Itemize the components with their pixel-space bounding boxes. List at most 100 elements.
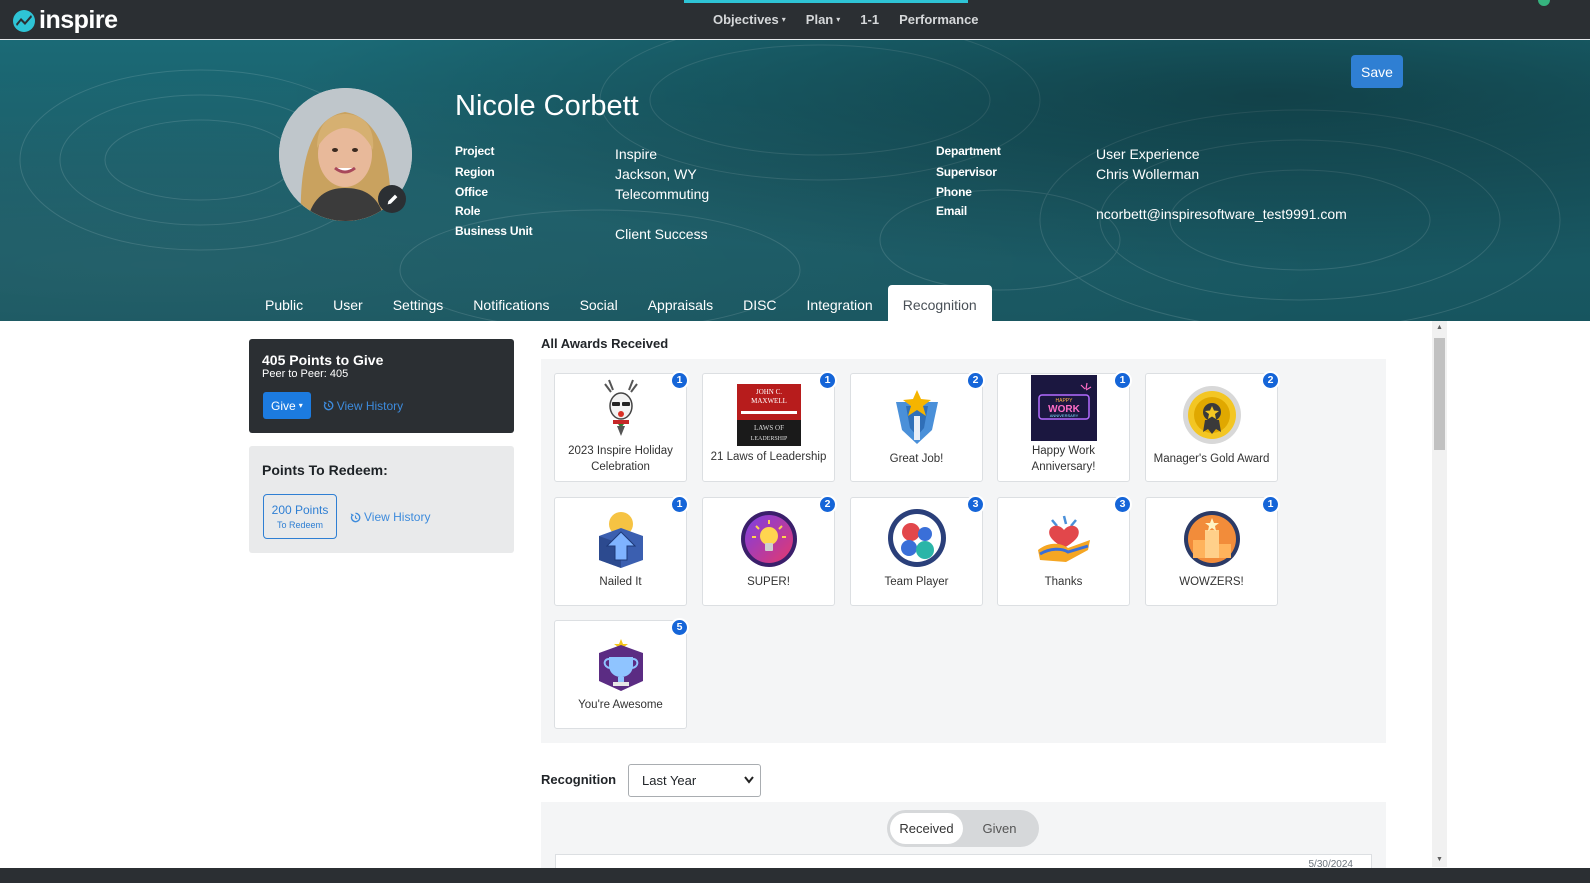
points-to-redeem-panel: Points To Redeem: 200 Points To Redeem V… <box>249 446 514 553</box>
field-value-department: User Experience <box>1096 146 1200 162</box>
bottom-taskbar <box>0 868 1590 883</box>
field-label-project: Project <box>455 144 495 158</box>
gold-medal-icon <box>1182 386 1241 444</box>
tab-settings[interactable]: Settings <box>378 285 459 321</box>
history-icon <box>323 400 334 411</box>
field-value-business-unit: Client Success <box>615 226 708 242</box>
award-count-badge: 5 <box>670 618 689 637</box>
award-count-badge: 1 <box>670 495 689 514</box>
tab-recognition[interactable]: Recognition <box>887 285 992 321</box>
award-card[interactable]: Thanks 3 <box>997 495 1132 606</box>
star-trophy-icon <box>895 390 938 444</box>
chevron-down-icon <box>744 765 754 807</box>
redeem-points-caption: To Redeem <box>276 520 324 530</box>
edit-avatar-button[interactable] <box>378 185 406 213</box>
field-value-region: Jackson, WY <box>615 166 697 182</box>
neon-sign-icon: HAPPY WORK ANNIVERSARY <box>1030 375 1097 441</box>
inspire-logo-icon <box>13 9 35 32</box>
award-label: Team Player <box>884 576 949 588</box>
award-label: Manager's Gold Award <box>1153 453 1270 465</box>
award-card[interactable]: HAPPY WORK ANNIVERSARY Happy Work Annive… <box>997 371 1132 482</box>
nav-plan[interactable]: Plan ▾ <box>806 12 840 27</box>
book-cover-icon: JOHN C. MAXWELL LAWS OF LEADERSHIP <box>736 384 801 446</box>
award-count-badge: 3 <box>1113 495 1132 514</box>
tab-integration[interactable]: Integration <box>792 285 888 321</box>
save-button[interactable]: Save <box>1351 55 1403 88</box>
award-label: WOWZERS! <box>1179 576 1244 588</box>
brand-logo[interactable]: inspire <box>12 6 118 35</box>
award-card[interactable]: Manager's Gold Award 2 <box>1145 371 1280 482</box>
heart-hand-icon <box>1037 515 1090 562</box>
nav-objectives[interactable]: Objectives ▾ <box>713 12 786 27</box>
award-label: 21 Laws of Leadership <box>710 451 827 463</box>
history-icon <box>350 512 361 522</box>
award-card[interactable]: 2023 Inspire Holiday Celebration 1 <box>554 371 689 482</box>
give-button[interactable]: Give ▾ <box>263 392 311 419</box>
tab-appraisals[interactable]: Appraisals <box>633 285 728 321</box>
recognition-period-select[interactable]: Last Year <box>628 764 761 797</box>
field-label-region: Region <box>455 165 495 179</box>
give-button-label: Give <box>271 398 296 413</box>
award-label: SUPER! <box>747 576 790 588</box>
award-count-badge: 1 <box>1113 371 1132 390</box>
award-count-badge: 2 <box>966 371 985 390</box>
award-label: Nailed It <box>599 576 642 588</box>
profile-header: Save Nicole Corbett Project Region Offic… <box>0 40 1590 321</box>
redeem-points-value: 200 Points <box>271 503 329 517</box>
tab-social[interactable]: Social <box>565 285 633 321</box>
scrollbar-thumb[interactable] <box>1434 338 1445 450</box>
field-label-supervisor: Supervisor <box>936 165 997 179</box>
reindeer-icon <box>603 379 638 436</box>
field-value-supervisor: Chris Wollerman <box>1096 166 1200 182</box>
scroll-up-icon[interactable]: ▲ <box>1432 321 1447 335</box>
book-title-line-2: LEADERSHIP <box>750 436 787 442</box>
tab-user[interactable]: User <box>318 285 378 321</box>
give-view-history-link[interactable]: View History <box>323 399 403 413</box>
award-label: 2023 Inspire Holiday Celebration <box>568 445 673 473</box>
profile-tabs: Public User Settings Notifications Socia… <box>250 285 992 321</box>
award-count-badge: 1 <box>1261 495 1280 514</box>
arrow-up-icon <box>598 512 643 568</box>
book-author-first: JOHN C. <box>755 388 781 396</box>
recognition-section-title: Recognition <box>541 772 617 787</box>
nav-one-on-one[interactable]: 1-1 <box>860 12 879 27</box>
team-icon <box>887 509 946 567</box>
field-label-department: Department <box>936 144 1001 158</box>
chevron-down-icon: ▾ <box>298 401 303 410</box>
points-to-redeem-title: Points To Redeem: <box>262 462 388 478</box>
field-label-business-unit: Business Unit <box>455 224 533 238</box>
award-label: Great Job! <box>889 453 944 465</box>
award-card[interactable]: You're Awesome 5 <box>554 618 689 729</box>
award-count-badge: 1 <box>818 371 837 390</box>
tab-disc[interactable]: DISC <box>728 285 791 321</box>
award-label: Thanks <box>1044 576 1083 588</box>
field-label-phone: Phone <box>936 185 972 199</box>
active-nav-indicator <box>684 0 968 3</box>
award-card[interactable]: SUPER! 2 <box>702 495 837 606</box>
tab-public[interactable]: Public <box>250 285 318 321</box>
chevron-down-icon: ▾ <box>836 15 841 24</box>
awards-section-title: All Awards Received <box>541 336 669 351</box>
redeem-points-button[interactable]: 200 Points To Redeem <box>263 494 337 539</box>
award-card[interactable]: Great Job! 2 <box>850 371 985 482</box>
award-count-badge: 2 <box>818 495 837 514</box>
award-card[interactable]: JOHN C. MAXWELL LAWS OF LEADERSHIP 21 La… <box>702 371 837 482</box>
main-nav: Objectives ▾ Plan ▾ 1-1 Performance <box>713 12 979 27</box>
book-title-line-1: LAWS OF <box>754 424 784 432</box>
received-given-toggle: Received Given <box>887 810 1039 847</box>
podium-icon <box>1183 511 1240 567</box>
sign-line-3: ANNIVERSARY <box>1049 413 1078 418</box>
nav-performance[interactable]: Performance <box>899 12 978 27</box>
toggle-given[interactable]: Given <box>963 813 1036 844</box>
award-card[interactable]: WOWZERS! 1 <box>1145 495 1280 606</box>
page-scrollbar[interactable]: ▲ ▼ <box>1432 321 1447 867</box>
field-label-email: Email <box>936 204 968 218</box>
field-value-office: Telecommuting <box>615 186 710 202</box>
award-card[interactable]: Nailed It 1 <box>554 495 689 606</box>
award-count-badge: 1 <box>670 371 689 390</box>
redeem-view-history-link[interactable]: View History <box>350 510 430 524</box>
scroll-down-icon[interactable]: ▼ <box>1432 853 1447 867</box>
toggle-received[interactable]: Received <box>890 813 963 844</box>
tab-notifications[interactable]: Notifications <box>458 285 564 321</box>
award-card[interactable]: Team Player 3 <box>850 495 985 606</box>
